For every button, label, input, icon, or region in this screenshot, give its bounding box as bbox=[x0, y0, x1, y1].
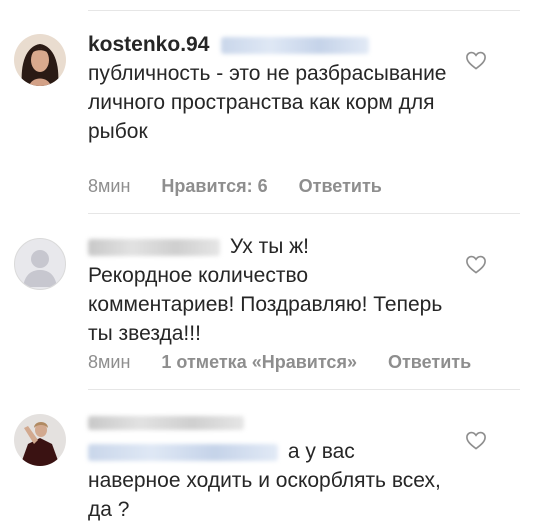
divider bbox=[88, 389, 520, 390]
comment-body: Рекордное количество комментариев! Поздр… bbox=[88, 264, 443, 345]
heart-outline-icon[interactable] bbox=[465, 430, 487, 450]
avatar[interactable] bbox=[14, 414, 66, 466]
reply-button[interactable]: Ответить bbox=[299, 176, 382, 196]
divider bbox=[88, 213, 520, 214]
heart-outline-icon[interactable] bbox=[465, 254, 487, 274]
comment-text: Ух ты ж! Рекордное количество комментари… bbox=[88, 232, 458, 348]
comment-username[interactable] bbox=[88, 416, 244, 431]
comment-body-first: а у вас bbox=[287, 440, 355, 463]
likes-count-link[interactable]: 1 отметка «Нравится» bbox=[161, 352, 357, 372]
avatar[interactable] bbox=[14, 34, 66, 86]
comment-body: наверное ходить и оскорблять всех, да ? bbox=[88, 469, 441, 521]
comment-username[interactable]: kostenko.94 bbox=[88, 33, 209, 56]
comment-text: а у вас наверное ходить и оскорблять все… bbox=[88, 408, 458, 524]
mention-link[interactable] bbox=[88, 443, 278, 461]
reply-button[interactable]: Ответить bbox=[388, 352, 471, 372]
comment-meta: 8мин Нравится: 6 Ответить bbox=[88, 176, 408, 197]
comment-body: публичность - это не разбрасывание лично… bbox=[88, 62, 447, 143]
mention-link[interactable] bbox=[221, 36, 370, 54]
comment-time: 8мин bbox=[88, 352, 131, 372]
comment-text: kostenko.94 публичность - это не разбрас… bbox=[88, 30, 458, 146]
comment-username[interactable] bbox=[88, 238, 220, 256]
divider bbox=[88, 10, 520, 11]
heart-outline-icon[interactable] bbox=[465, 50, 487, 70]
likes-count-link[interactable]: Нравится: 6 bbox=[161, 176, 267, 196]
comment-body-first: Ух ты ж! bbox=[229, 235, 310, 258]
avatar[interactable] bbox=[14, 238, 66, 290]
comment-time: 8мин bbox=[88, 176, 131, 196]
comment-meta: 8мин 1 отметка «Нравится» Ответить bbox=[88, 352, 497, 373]
